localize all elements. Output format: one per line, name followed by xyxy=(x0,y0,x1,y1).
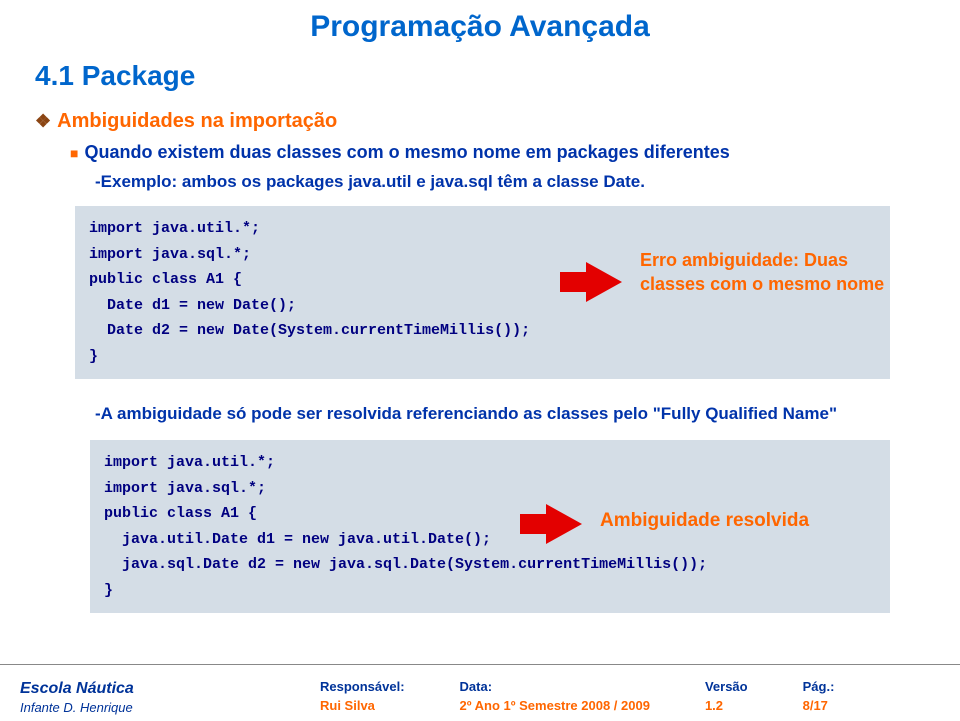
arrow-icon xyxy=(520,514,546,534)
ver-label: Versão xyxy=(705,679,748,694)
example-line: -Exemplo: ambos os packages java.util e … xyxy=(95,172,645,192)
logo-line2: Infante D. Henrique xyxy=(20,700,134,715)
footer-responsavel: Responsável: Rui Silva xyxy=(320,679,405,713)
resp-label: Responsável: xyxy=(320,679,405,694)
subtitle-text: Ambiguidades na importação xyxy=(57,110,337,132)
footer-pag: Pág.: 8/17 xyxy=(803,679,835,713)
footer-logo: Escola Náutica Infante D. Henrique xyxy=(20,680,134,715)
arrow-head-icon xyxy=(586,262,622,302)
note-line: -A ambiguidade só pode ser resolvida ref… xyxy=(95,404,837,424)
footer-divider xyxy=(0,664,960,665)
section-title: 4.1 Package xyxy=(35,60,195,92)
page-header-title: Programação Avançada xyxy=(0,10,960,44)
body-text: Quando existem duas classes com o mesmo … xyxy=(84,142,729,162)
subtitle: ❖ Ambiguidades na importação xyxy=(35,110,337,133)
logo-line1: Escola Náutica xyxy=(20,680,134,697)
arrow-icon xyxy=(560,272,586,292)
body-line: ■ Quando existem duas classes com o mesmo… xyxy=(70,142,730,163)
footer-versao: Versão 1.2 xyxy=(705,679,748,713)
footer-data: Data: 2º Ano 1º Semestre 2008 / 2009 xyxy=(460,679,650,713)
resolved-annotation: Ambiguidade resolvida xyxy=(600,510,809,532)
data-label: Data: xyxy=(460,679,650,694)
error-annotation: Erro ambiguidade: Duas classes com o mes… xyxy=(640,248,910,297)
square-bullet-icon: ■ xyxy=(70,145,78,161)
diamond-icon: ❖ xyxy=(35,111,51,131)
arrow-head-icon xyxy=(546,504,582,544)
footer-columns: Responsável: Rui Silva Data: 2º Ano 1º S… xyxy=(320,679,834,713)
pag-label: Pág.: xyxy=(803,679,835,694)
